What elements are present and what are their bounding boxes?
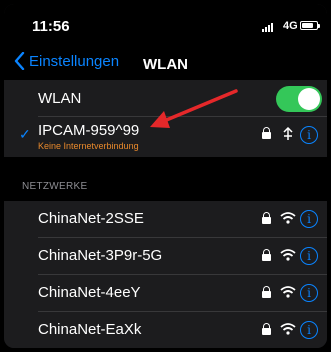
wlan-toggle-row: WLAN (4, 80, 327, 116)
lock-icon (262, 249, 271, 261)
wifi-icon (280, 249, 296, 261)
lock-icon (262, 286, 271, 298)
cellular-signal-icon (262, 22, 273, 32)
info-icon[interactable]: i (300, 321, 318, 339)
network-name: ChinaNet-3P9r-5G (38, 247, 163, 264)
section-spacer (4, 157, 327, 173)
navigation-bar: Einstellungen WLAN (4, 48, 327, 80)
connected-network-row[interactable]: ✓ IPCAM-959^99 Keine Internetverbindung … (4, 117, 327, 157)
info-icon[interactable]: i (300, 210, 318, 228)
network-type: 4G (283, 20, 298, 32)
info-icon[interactable]: i (300, 284, 318, 302)
networks-section-header: NETZWERKE (4, 173, 327, 201)
battery-icon (300, 21, 320, 30)
lock-icon (262, 212, 271, 224)
checkmark-icon: ✓ (19, 126, 31, 142)
info-icon[interactable]: i (300, 126, 318, 144)
connected-network-name: IPCAM-959^99 (38, 122, 140, 139)
wifi-no-internet-icon (283, 126, 293, 140)
toggle-knob (298, 88, 320, 110)
section-header-label: NETZWERKE (22, 181, 88, 192)
connection-status: Keine Internetverbindung (38, 141, 139, 151)
status-bar: 11:56 4G (4, 4, 327, 48)
network-row[interactable]: ChinaNet-4eeY i (4, 275, 327, 312)
network-list: ChinaNet-2SSE i ChinaNet-3P9r-5G i China… (4, 201, 327, 348)
network-name: ChinaNet-EaXk (38, 321, 142, 338)
info-icon[interactable]: i (300, 247, 318, 265)
wifi-icon (280, 212, 296, 224)
network-name: ChinaNet-4eeY (38, 284, 141, 301)
network-row[interactable]: ChinaNet-3P9r-5G i (4, 238, 327, 275)
network-name: ChinaNet-2SSE (38, 210, 144, 227)
network-row[interactable]: ChinaNet-EaXk i (4, 312, 327, 348)
page-title: WLAN (143, 56, 188, 73)
wifi-icon (280, 286, 296, 298)
lock-icon (262, 323, 271, 335)
wifi-icon (280, 323, 296, 335)
network-row[interactable]: ChinaNet-2SSE i (4, 201, 327, 238)
lock-icon (262, 127, 271, 139)
status-time: 11:56 (32, 18, 70, 35)
wlan-toggle[interactable] (276, 86, 322, 112)
wlan-label: WLAN (38, 90, 82, 107)
wlan-settings-screen: 11:56 4G Einstellungen WLAN WLAN ✓ IPCAM… (4, 4, 327, 348)
